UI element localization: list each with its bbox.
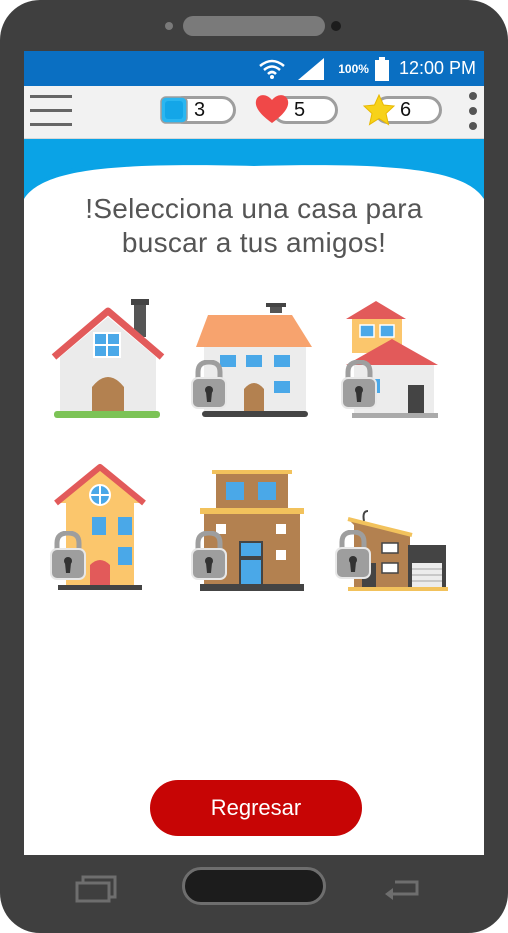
- battery-percent: 100%: [338, 61, 369, 76]
- lives-counter: 5: [254, 95, 340, 124]
- blocks-count: 3: [194, 99, 206, 121]
- kebab-menu-icon[interactable]: [468, 92, 478, 132]
- lock-icon: [191, 360, 227, 409]
- lives-count: 5: [294, 99, 306, 121]
- blocks-counter: 3: [160, 96, 238, 124]
- back-icon[interactable]: [383, 876, 421, 902]
- clock: 12:00 PM: [398, 58, 476, 78]
- lock-icon: [191, 531, 227, 580]
- home-button[interactable]: [182, 867, 326, 905]
- lock-icon: [341, 360, 377, 409]
- title-line-1: !Selecciona una casa para: [85, 193, 423, 224]
- page-title: !Selecciona una casa para buscar a tus a…: [44, 192, 464, 260]
- phone-frame: 100% 12:00 PM 3 5 6 !Selecciona una casa…: [0, 0, 508, 933]
- signal-icon: [298, 57, 325, 80]
- battery-icon: [374, 56, 389, 81]
- star-icon: [362, 94, 396, 126]
- heart-icon: [255, 95, 289, 123]
- recent-apps-icon[interactable]: [75, 875, 117, 903]
- regresar-button[interactable]: Regresar: [150, 780, 362, 836]
- top-bar: 3 5 6: [24, 86, 484, 139]
- status-bar: 100% 12:00 PM: [24, 51, 484, 86]
- stars-count: 6: [400, 99, 412, 121]
- front-camera: [331, 21, 341, 31]
- screen: 100% 12:00 PM 3 5 6 !Selecciona una casa…: [24, 51, 484, 855]
- hamburger-menu-icon[interactable]: [30, 95, 72, 127]
- lock-icon: [50, 531, 86, 580]
- lock-icon: [335, 530, 371, 579]
- wifi-icon: [259, 59, 286, 79]
- sensor-dot: [165, 22, 173, 30]
- blue-square-icon: [160, 96, 188, 124]
- house-option-1[interactable]: [50, 297, 166, 421]
- stars-counter: 6: [362, 94, 442, 126]
- speaker-grille: [183, 16, 325, 36]
- title-line-2: buscar a tus amigos!: [121, 227, 387, 258]
